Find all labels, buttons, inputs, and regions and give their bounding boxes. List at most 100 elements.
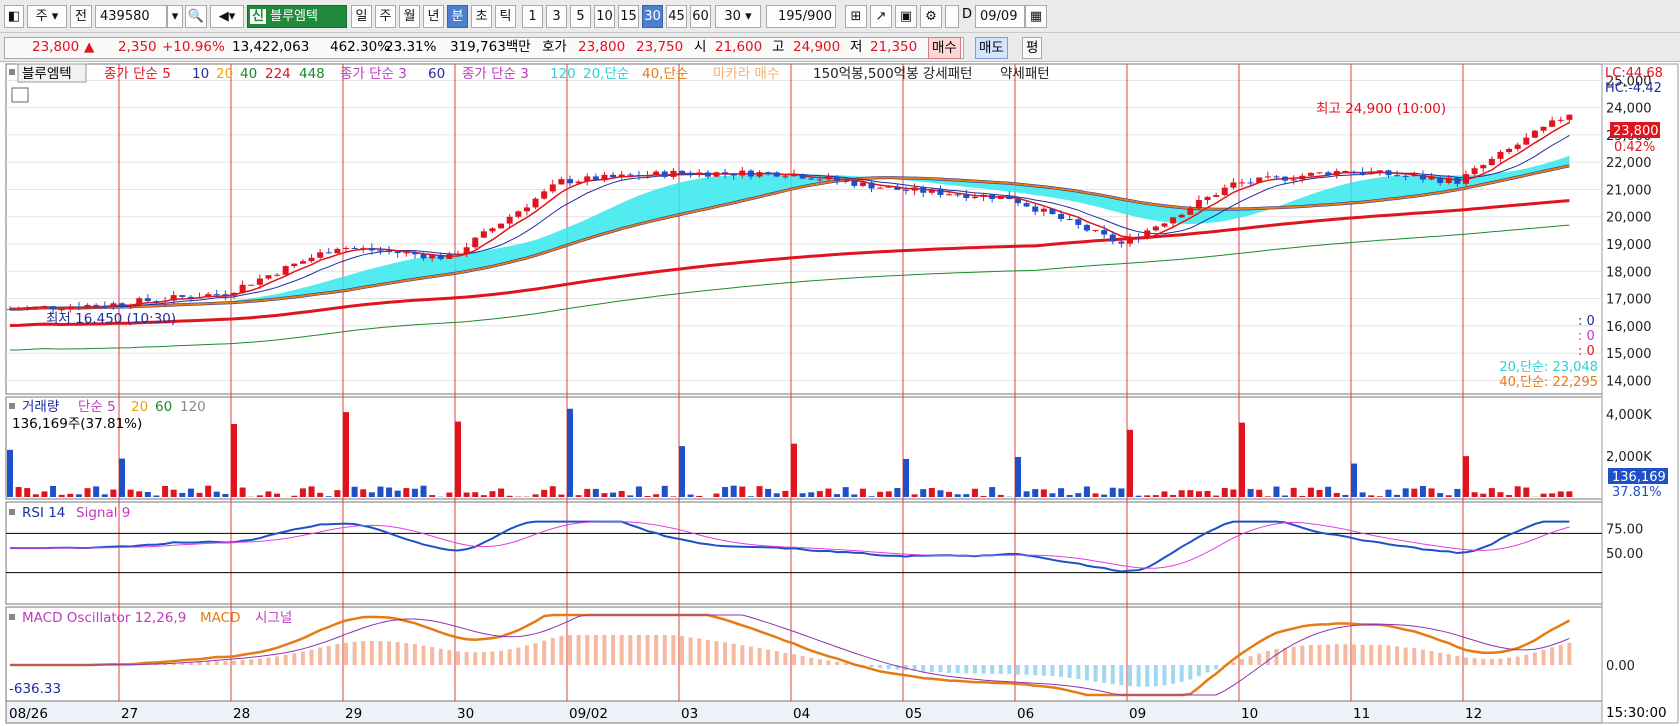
date-input[interactable]: 09/09 [975,5,1025,28]
candle-body [446,254,453,259]
volume-bar [868,496,875,497]
volume-bar [679,446,685,497]
candle-body [1066,218,1073,220]
sell-button[interactable]: 매도 [975,37,1008,59]
count-input[interactable]: 195/900 [766,5,836,28]
search-icon[interactable]: 🔍 [185,5,207,28]
candle-body [248,284,255,286]
date-checkbox-label: D [962,7,973,22]
volume-bar [144,491,151,497]
period-month[interactable]: 월 [399,5,420,28]
period-day[interactable]: 일 [351,5,372,28]
candle-body [989,194,996,199]
code-dropdown-icon[interactable]: ▾ [167,5,183,28]
interval-45[interactable]: 45 [666,5,687,28]
date-tick-label: 06 [1017,706,1034,722]
volume-bar [1213,495,1220,497]
candle-body [1032,206,1039,212]
volume-bar [980,495,987,497]
window-menu-icon[interactable]: ◧ [4,5,24,28]
period-year[interactable]: 년 [423,5,444,28]
volume-bar [1058,488,1065,497]
gear-icon[interactable]: ⚙ [920,5,942,28]
candle-body [377,250,384,252]
volume-bar [799,493,806,497]
candle-body [32,306,39,308]
volume-bar [1075,493,1082,497]
macd-osc-bar [223,661,228,665]
macd-osc-bar [206,661,211,665]
interval-select[interactable]: 30 ▾ [715,5,761,28]
candle-body [834,176,841,181]
eval-button[interactable]: 평 [1022,37,1043,59]
macd-osc-bar [774,651,779,665]
volume-bar [1049,493,1056,497]
volume-bar [179,492,186,497]
candle-body [1566,114,1573,120]
volume-bar [903,458,909,497]
candle-body [696,172,703,175]
volume-bar [1480,493,1487,497]
volume-bar [928,487,935,497]
volume-bar [791,443,797,497]
period-minute[interactable]: 분 [447,5,468,28]
interval-30[interactable]: 30 [642,5,663,28]
interval-1[interactable]: 1 [522,5,543,28]
trade-amount: 319,763백만 [450,39,531,55]
macd-osc-bar [524,645,529,665]
prev-button[interactable]: 전 [70,5,92,28]
volume-bar [644,496,651,497]
macd-osc-bar [1041,665,1046,676]
interval-3[interactable]: 3 [546,5,567,28]
volume-bar [480,495,487,497]
volume-bar [773,493,780,497]
stock-code-input[interactable]: 439580 [95,5,167,28]
interval-5[interactable]: 5 [570,5,591,28]
period-second[interactable]: 초 [471,5,492,28]
volume-toggle-icon[interactable] [9,403,15,409]
count-value: 195 [777,9,803,24]
macd-osc-bar [1119,665,1124,686]
macd-osc-bar [662,635,667,665]
interval-15[interactable]: 15 [618,5,639,28]
candle-type-icon[interactable]: ⊞ [845,5,867,28]
stock-type-select[interactable]: 주 ▾ [27,5,67,28]
volume-ratio: 462.30% [330,39,391,55]
line-tool-icon[interactable]: ↗ [870,5,892,28]
candle-body [1514,144,1521,149]
speaker-icon[interactable]: ◀▾ [210,5,244,28]
volume-tick-label: 4,000K [1606,408,1652,423]
stock-name-field[interactable]: 신 블루엠텍 [247,5,347,28]
rsi-toggle-icon[interactable] [9,509,15,515]
date-checkbox[interactable] [945,5,959,28]
volume-bar [687,494,694,497]
macd-osc-bar [197,662,202,665]
period-tick[interactable]: 틱 [495,5,516,28]
macd-toggle-icon[interactable] [9,614,15,620]
date-tick-label: 28 [233,706,250,722]
candle-body [1471,168,1478,175]
table-icon[interactable] [11,87,29,103]
macd-osc-bar [1541,649,1546,665]
period-week[interactable]: 주 [375,5,396,28]
macd-osc-bar [1102,665,1107,683]
legend-toggle-icon[interactable] [9,69,15,75]
buy-button[interactable]: 매수 [928,37,961,59]
candle-body [1161,223,1168,227]
save-icon[interactable]: ▣ [895,5,917,28]
macd-osc-bar [1429,651,1434,665]
price-change: 2,350 [118,39,157,55]
volume-bar [1032,489,1039,497]
candle-body [1256,177,1263,183]
volume-bar [429,495,436,497]
volume-bar [1230,489,1237,497]
macd-osc-bar [1136,665,1141,687]
calendar-icon[interactable]: ▦ [1025,5,1047,28]
legend-makara: 마카라 매수 [713,66,779,82]
candle-body [84,304,91,309]
candle-body [1351,171,1357,173]
interval-10[interactable]: 10 [594,5,615,28]
interval-60[interactable]: 60 [690,5,711,28]
stock-chart[interactable]: 14,000 15,000 16,000 17,000 18,000 19,000 20,0… [0,62,1680,726]
macd-osc-bar [240,659,245,665]
